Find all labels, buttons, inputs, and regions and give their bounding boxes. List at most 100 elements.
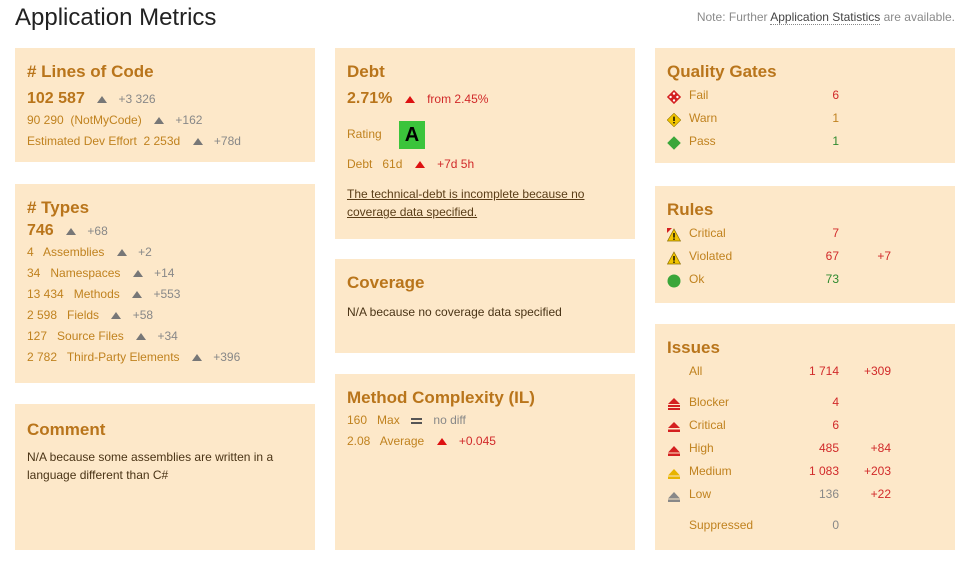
issues-low-row[interactable]: Low 136 +22: [667, 483, 943, 506]
types-row-diff: +58: [132, 308, 154, 322]
debt-incomplete-link[interactable]: The technical-debt is incomplete because…: [347, 185, 607, 221]
issue-count[interactable]: 4: [791, 391, 839, 414]
violated-rule-icon: [666, 250, 682, 265]
coverage-heading[interactable]: Coverage: [347, 273, 623, 293]
debt-percent-row: 2.71% from 2.45%: [347, 88, 623, 110]
types-row-label: Fields: [67, 308, 100, 322]
warn-icon: [666, 112, 682, 128]
types-row: 4 Assemblies +2: [27, 242, 303, 263]
issue-count[interactable]: 6: [791, 414, 839, 437]
rules-heading[interactable]: Rules: [667, 200, 943, 220]
loc-effort-row: Estimated Dev Effort 2 253d +78d: [27, 131, 303, 152]
types-row-value[interactable]: 2 782: [27, 350, 57, 364]
loc-main-row: 102 587 +3 326: [27, 88, 303, 110]
debt-heading[interactable]: Debt: [347, 62, 623, 82]
rules-ok-row[interactable]: Ok 73: [667, 268, 943, 291]
debt-percent[interactable]: 2.71%: [347, 90, 392, 107]
issue-diff: +22: [870, 487, 891, 501]
debt-value[interactable]: 61d: [382, 157, 402, 171]
types-row-value[interactable]: 4: [27, 245, 34, 259]
notmycode-diff: +162: [175, 113, 203, 127]
increase-icon: [111, 312, 122, 320]
critical-issue-icon: [667, 419, 681, 433]
max-value[interactable]: 160: [347, 413, 367, 427]
effort-value[interactable]: 2 253d: [144, 134, 181, 148]
gate-fail-row[interactable]: Fail 6: [666, 84, 943, 107]
comment-heading[interactable]: Comment: [27, 420, 303, 440]
gate-count[interactable]: 1: [791, 107, 839, 130]
types-row: 34 Namespaces +14: [27, 263, 303, 284]
avg-label: Average: [379, 434, 425, 448]
types-row-value[interactable]: 2 598: [27, 308, 57, 322]
types-row-label: Third-Party Elements: [66, 350, 180, 364]
issues-all-row[interactable]: All 1 714 +309: [667, 360, 943, 383]
types-row: 2 598 Fields +58: [27, 305, 303, 326]
ok-rule-icon: [667, 273, 681, 288]
fail-icon: [666, 89, 682, 104]
types-row-value[interactable]: 34: [27, 266, 40, 280]
rating-grade[interactable]: A: [399, 120, 426, 149]
types-row-value[interactable]: 127: [27, 329, 47, 343]
issue-label: All: [689, 364, 703, 378]
gate-label: Warn: [689, 111, 718, 125]
quality-gates-heading[interactable]: Quality Gates: [667, 62, 943, 82]
gate-warn-row[interactable]: Warn 1: [666, 107, 943, 130]
issues-suppressed-row[interactable]: Suppressed 0: [667, 514, 943, 537]
types-heading[interactable]: # Types: [27, 198, 303, 218]
method-complexity-card: Method Complexity (IL) 160 Max no diff 2…: [335, 374, 635, 550]
issue-label: Medium: [689, 464, 732, 478]
issue-diff: +203: [863, 464, 891, 478]
issues-medium-row[interactable]: Medium 1 083 +203: [667, 460, 943, 483]
blocker-icon: [667, 396, 681, 410]
comment-text: N/A because some assemblies are written …: [27, 450, 274, 482]
rule-count[interactable]: 73: [791, 268, 839, 291]
lines-of-code-card: # Lines of Code 102 587 +3 326 90 290 (N…: [15, 48, 315, 162]
rules-critical-row[interactable]: Critical 7: [666, 222, 943, 245]
rule-label: Ok: [689, 272, 705, 286]
avg-value[interactable]: 2.08: [347, 434, 370, 448]
lines-of-code-heading[interactable]: # Lines of Code: [27, 62, 303, 82]
types-diff: +68: [87, 224, 108, 238]
application-statistics-link[interactable]: Application Statistics: [770, 10, 881, 25]
issue-label: High: [689, 441, 714, 455]
types-row-diff: +2: [138, 245, 152, 259]
gate-count[interactable]: 6: [791, 84, 839, 107]
issues-heading[interactable]: Issues: [667, 338, 943, 358]
issue-count[interactable]: 136: [791, 483, 839, 506]
issues-blocker-row[interactable]: Blocker 4: [667, 391, 943, 414]
coverage-card: Coverage N/A because no coverage data sp…: [335, 259, 635, 353]
rule-count[interactable]: 7: [791, 222, 839, 245]
rating-row: Rating A: [347, 118, 623, 150]
gate-count[interactable]: 1: [791, 130, 839, 153]
types-row-diff: +396: [213, 350, 241, 364]
issue-count[interactable]: 1 714: [791, 360, 839, 383]
types-row-diff: +34: [157, 329, 178, 343]
issues-critical-row[interactable]: Critical 6: [667, 414, 943, 437]
gate-pass-row[interactable]: Pass 1: [667, 130, 943, 153]
loc-value[interactable]: 102 587: [27, 90, 85, 107]
issue-diff: +84: [870, 441, 891, 455]
rule-diff: +7: [877, 249, 891, 263]
rules-card: Rules Critical 7 Violated 67 +7 Ok 73: [655, 186, 955, 303]
types-row-value[interactable]: 13 434: [27, 287, 64, 301]
issues-high-row[interactable]: High 485 +84: [667, 437, 943, 460]
rules-violated-row[interactable]: Violated 67 +7: [666, 245, 943, 268]
issue-count[interactable]: 485: [791, 437, 839, 460]
rule-count[interactable]: 67: [791, 245, 839, 268]
rule-label: Violated: [689, 249, 733, 263]
method-complexity-heading[interactable]: Method Complexity (IL): [347, 388, 623, 408]
issue-count[interactable]: 0: [791, 514, 839, 537]
loc-notmycode-row: 90 290 (NotMyCode) +162: [27, 110, 303, 131]
notmycode-label: (NotMyCode): [70, 113, 142, 127]
types-row-label: Assemblies: [43, 245, 105, 259]
increase-icon: [436, 438, 447, 446]
medium-issue-icon: [667, 465, 681, 479]
issue-count[interactable]: 1 083: [791, 460, 839, 483]
notmycode-value[interactable]: 90 290: [27, 113, 64, 127]
issue-label: Low: [689, 487, 712, 501]
types-value[interactable]: 746: [27, 222, 54, 239]
max-diff: no diff: [433, 413, 466, 427]
increase-icon: [191, 354, 202, 362]
pass-icon: [667, 135, 681, 150]
types-card: # Types 746 +68 4 Assemblies +2 34 Names…: [15, 184, 315, 383]
